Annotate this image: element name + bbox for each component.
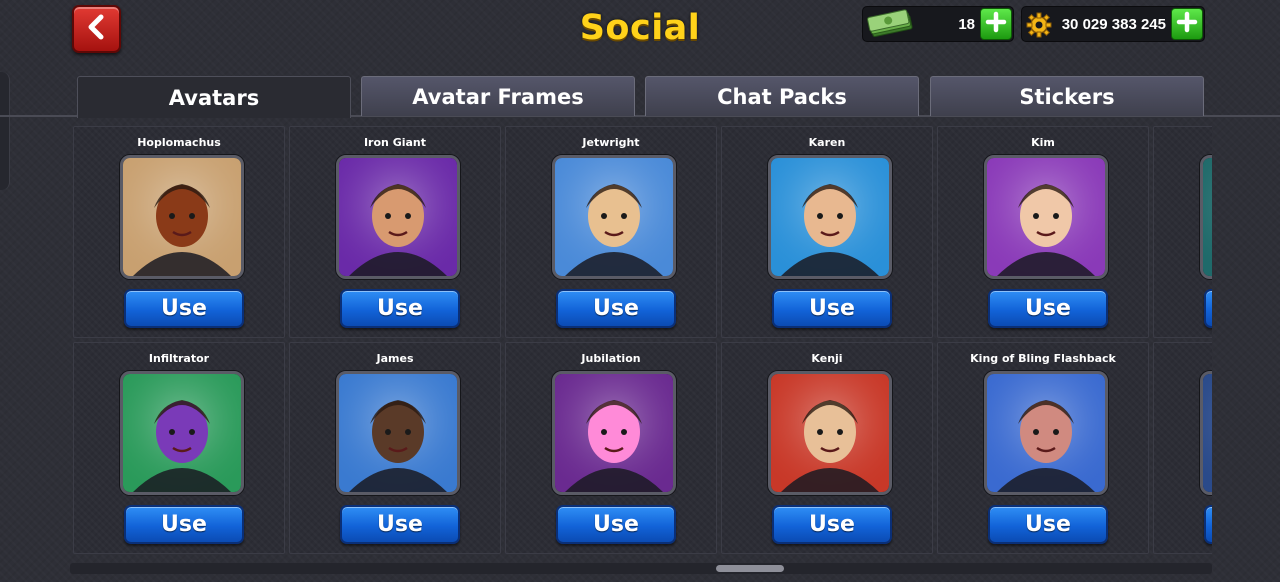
use-button[interactable]: Use — [772, 289, 892, 328]
tab-stickers[interactable]: Stickers — [930, 76, 1204, 116]
avatar-name: Hoplomachus — [137, 136, 221, 149]
avatar-portrait — [339, 374, 457, 492]
use-button[interactable]: Use — [1204, 289, 1212, 328]
gold-gear-coin-icon — [1026, 12, 1052, 42]
avatar-image[interactable] — [1200, 155, 1212, 279]
coins-value: 30 029 383 245 — [1061, 16, 1166, 33]
tab-chat-packs[interactable]: Chat Packs — [645, 76, 919, 116]
avatar-card: Iron Giant Use — [289, 126, 501, 338]
use-button[interactable]: Use — [556, 505, 676, 544]
tab-avatar-frames[interactable]: Avatar Frames — [361, 76, 635, 116]
avatar-name: Kim — [1031, 136, 1055, 149]
avatar-card: James Use — [289, 342, 501, 554]
avatar-portrait — [771, 158, 889, 276]
tab-bar: Avatars Avatar Frames Chat Packs Sticker… — [0, 76, 1280, 118]
avatar-portrait — [555, 374, 673, 492]
avatar-card: King of Bling Flashback Use — [937, 342, 1149, 554]
avatar-card: Jubilation Use — [505, 342, 717, 554]
avatar-image[interactable] — [768, 371, 892, 495]
avatar-image[interactable] — [1200, 371, 1212, 495]
plus-icon — [1176, 11, 1198, 37]
avatar-card: Kenji Use — [721, 342, 933, 554]
cash-value: 18 — [958, 16, 975, 33]
coins-balance: 30 029 383 245 — [1021, 6, 1205, 42]
avatar-portrait — [555, 158, 673, 276]
avatar-image[interactable] — [120, 155, 244, 279]
avatar-portrait — [339, 158, 457, 276]
avatar-image[interactable] — [552, 155, 676, 279]
avatar-card: Infiltrator Use — [73, 342, 285, 554]
use-button[interactable]: Use — [340, 289, 460, 328]
use-button[interactable]: Use — [556, 289, 676, 328]
avatar-image[interactable] — [984, 155, 1108, 279]
avatar-name: Kenji — [811, 352, 843, 365]
avatar-name: Jetwright — [582, 136, 640, 149]
horizontal-scrollbar[interactable] — [70, 563, 1212, 574]
avatar-portrait — [771, 374, 889, 492]
avatar-image[interactable] — [984, 371, 1108, 495]
avatar-name: Iron Giant — [363, 136, 427, 149]
avatar-card: Use — [1153, 342, 1212, 554]
avatar-portrait — [1203, 158, 1212, 276]
use-button[interactable]: Use — [988, 289, 1108, 328]
avatar-name: Karen — [808, 136, 846, 149]
avatar-portrait — [123, 374, 241, 492]
plus-icon — [985, 11, 1007, 37]
use-button[interactable]: Use — [988, 505, 1108, 544]
avatar-portrait — [123, 158, 241, 276]
avatar-image[interactable] — [768, 155, 892, 279]
add-cash-button[interactable] — [980, 8, 1012, 40]
avatar-image[interactable] — [552, 371, 676, 495]
avatar-image[interactable] — [336, 155, 460, 279]
avatar-name: King of Bling Flashback — [970, 352, 1116, 365]
use-button[interactable]: Use — [124, 505, 244, 544]
use-button[interactable]: Use — [772, 505, 892, 544]
use-button[interactable]: Use — [1204, 505, 1212, 544]
cash-stack-icon — [867, 9, 915, 43]
avatar-name: Infiltrator — [148, 352, 210, 365]
add-coins-button[interactable] — [1171, 8, 1203, 40]
avatar-portrait — [1203, 374, 1212, 492]
scrollbar-thumb[interactable] — [716, 565, 784, 572]
avatar-portrait — [987, 158, 1105, 276]
avatar-image[interactable] — [120, 371, 244, 495]
avatar-card: Kim Use — [937, 126, 1149, 338]
avatar-card: Use — [1153, 126, 1212, 338]
avatar-portrait — [987, 374, 1105, 492]
avatar-card: Jetwright Use — [505, 126, 717, 338]
avatar-name: James — [376, 352, 414, 365]
avatar-image[interactable] — [336, 371, 460, 495]
avatar-grid[interactable]: Hoplomachus Use Iron Giant Use Jetwright Use K… — [70, 126, 1212, 556]
use-button[interactable]: Use — [124, 289, 244, 328]
tab-avatars[interactable]: Avatars — [77, 76, 351, 118]
cash-balance: 18 — [862, 6, 1014, 42]
avatar-name: Jubilation — [581, 352, 641, 365]
avatar-card: Karen Use — [721, 126, 933, 338]
use-button[interactable]: Use — [340, 505, 460, 544]
avatar-card: Hoplomachus Use — [73, 126, 285, 338]
